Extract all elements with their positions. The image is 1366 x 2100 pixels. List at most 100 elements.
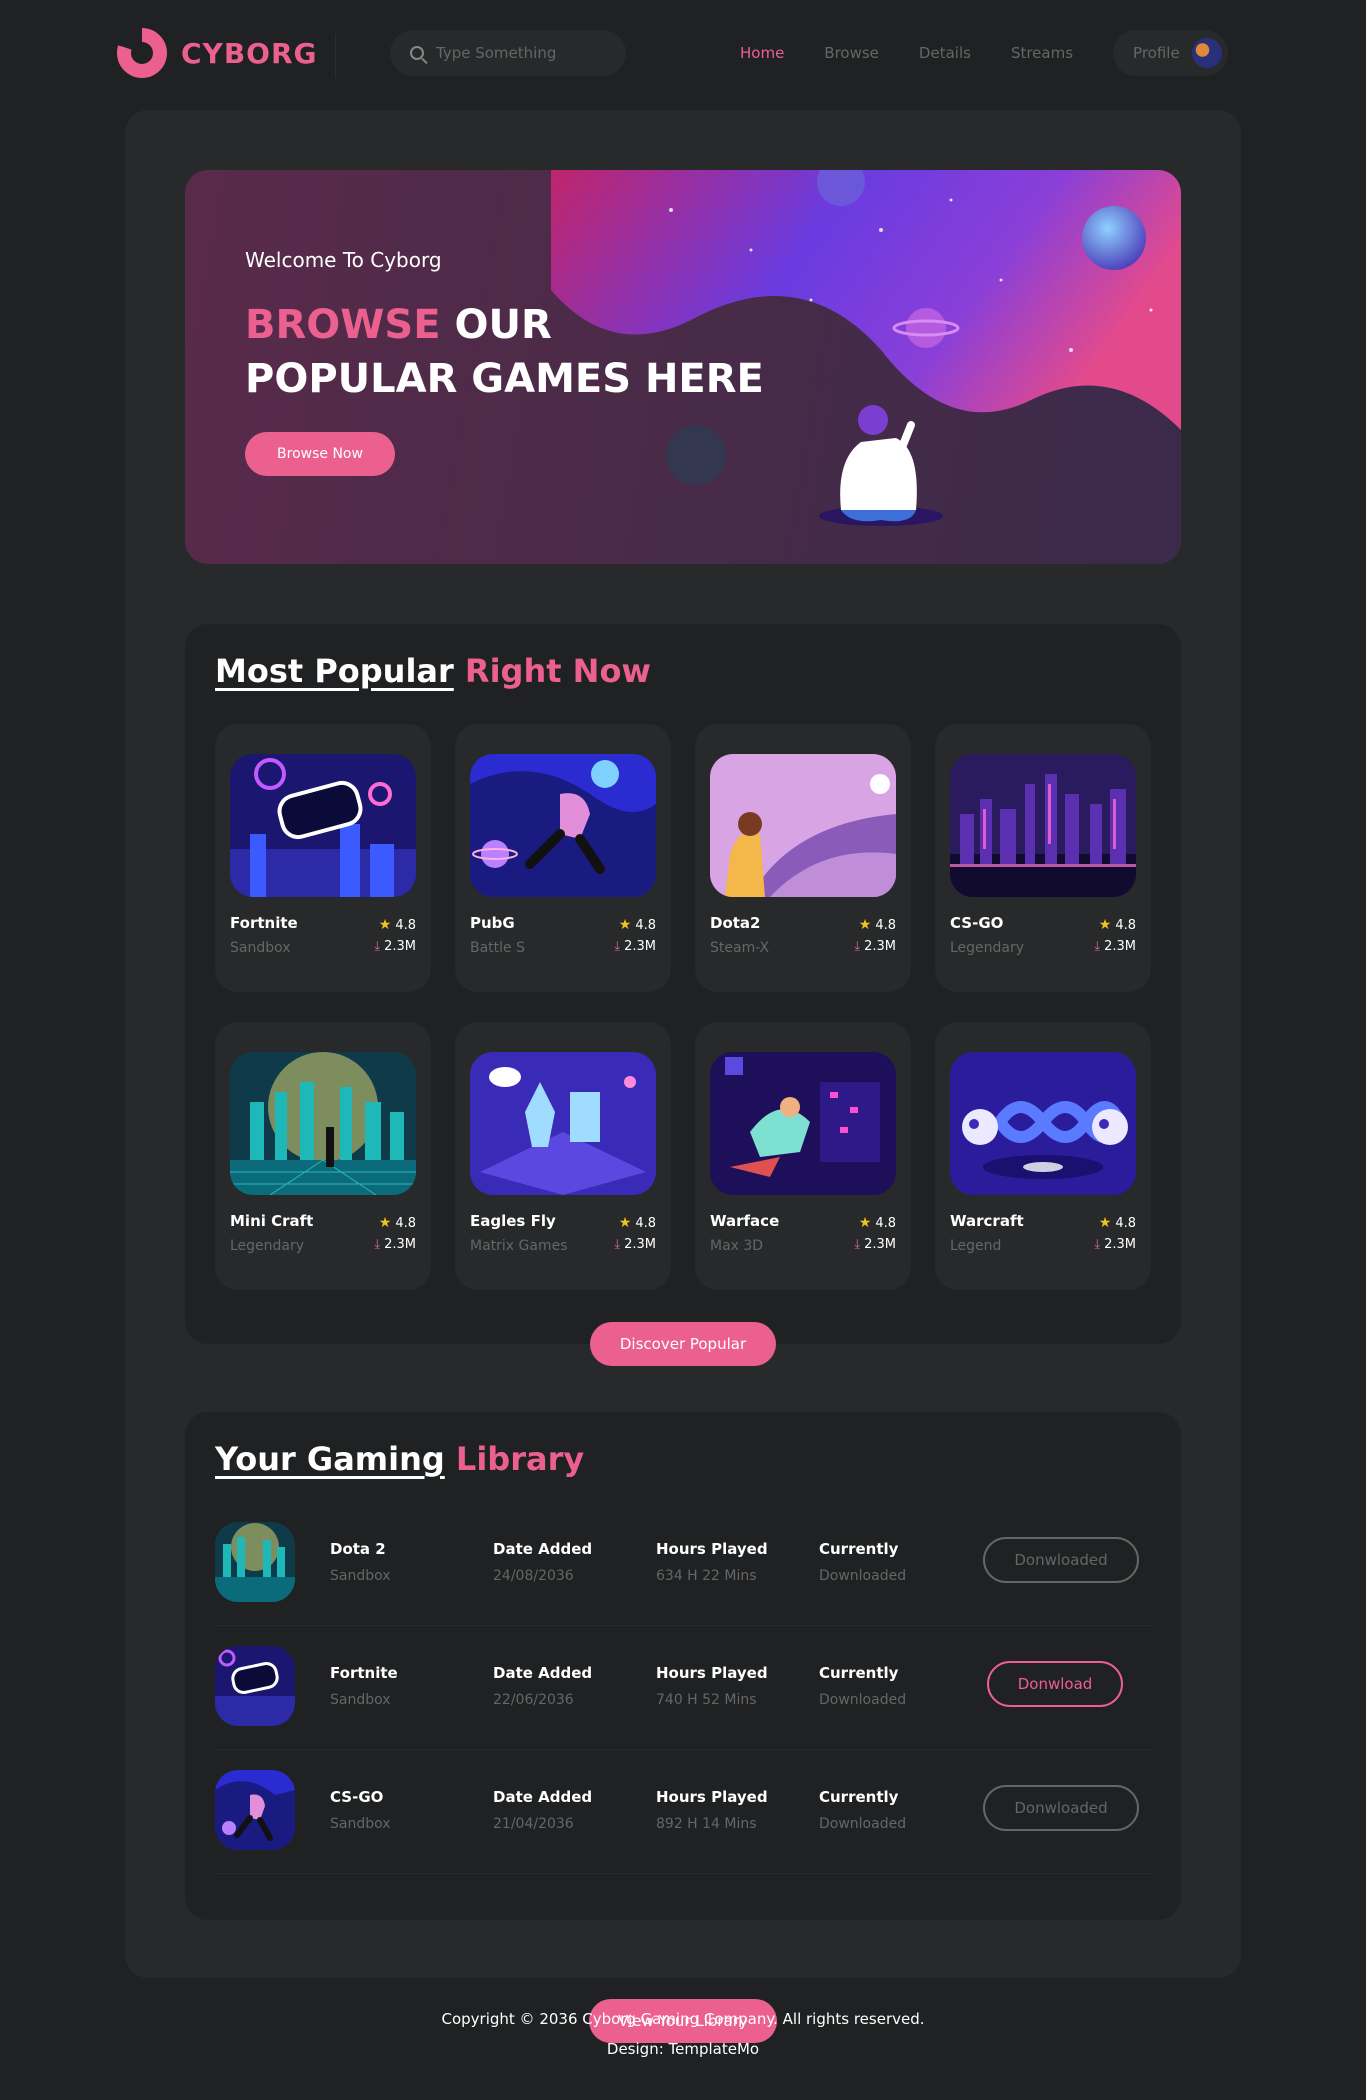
banner-welcome: Welcome To Cyborg (245, 248, 442, 272)
star-icon: ★ (1098, 917, 1112, 933)
game-name: Eagles Fly (470, 1212, 556, 1230)
gaming-library-section: Your Gaming Library Dota 2 Sandbox Date A… (185, 1412, 1181, 2043)
game-thumbnail (950, 1052, 1136, 1195)
rating-value: 4.8 (395, 1215, 416, 1231)
star-icon: ★ (618, 1215, 632, 1231)
library-thumbnail (215, 1770, 295, 1850)
download-icon: ⤓ (374, 1237, 381, 1252)
game-name: CS-GO (950, 914, 1004, 932)
downloaded-button[interactable]: Donwloaded (983, 1785, 1139, 1831)
game-rating: ★ 4.8 (859, 1215, 896, 1231)
library-game-name: Fortnite (330, 1664, 398, 1682)
game-card[interactable]: Mini Craft Legendary ★ 4.8 ⤓ 2.3M (215, 1022, 431, 1290)
game-name: Fortnite (230, 914, 298, 932)
download-icon: ⤓ (1094, 939, 1101, 954)
title-highlight: Right Now (464, 652, 651, 690)
status-value: Downloaded (819, 1568, 907, 1584)
library-row: Dota 2 Sandbox Date Added 24/08/2036 Hours… (215, 1502, 1151, 1626)
search-input[interactable]: Type Something (436, 44, 556, 62)
title-underlined: Your Gaming (215, 1440, 445, 1478)
star-icon: ★ (858, 917, 872, 933)
logo[interactable]: CYBORG (117, 28, 318, 78)
rating-value: 4.8 (875, 917, 896, 933)
game-rating: ★ 4.8 (379, 917, 416, 933)
rating-value: 4.8 (395, 917, 416, 933)
browse-now-button[interactable]: Browse Now (245, 432, 395, 476)
logo-icon (117, 28, 167, 78)
headline-rest: OUR (440, 302, 552, 348)
game-category: Max 3D (710, 1238, 764, 1254)
title-underlined: Most Popular (215, 652, 454, 690)
star-icon: ★ (378, 1215, 392, 1231)
downloaded-button[interactable]: Donwloaded (983, 1537, 1139, 1583)
download-icon: ⤓ (1094, 1237, 1101, 1252)
game-name: Warcraft (950, 1212, 1024, 1230)
game-category: Sandbox (230, 940, 291, 956)
game-thumbnail (710, 754, 896, 897)
date-added-value: 24/08/2036 (493, 1568, 574, 1584)
downloads-value: 2.3M (1104, 1237, 1136, 1252)
discover-popular-button[interactable]: Discover Popular (590, 1322, 776, 1366)
nav-profile[interactable]: Profile (1113, 30, 1228, 76)
game-name: Dota2 (710, 914, 761, 932)
game-downloads: ⤓ 2.3M (854, 939, 896, 954)
library-hours: Hours Played 740 H 52 Mins (656, 1664, 768, 1708)
game-category: Legendary (230, 1238, 305, 1254)
section-title: Most Popular Right Now (215, 652, 651, 690)
library-date: Date Added 21/04/2036 (493, 1788, 592, 1832)
game-rating: ★ 4.8 (859, 917, 896, 933)
download-icon: ⤓ (854, 1237, 861, 1252)
game-card[interactable]: Warcraft Legend ★ 4.8 ⤓ 2.3M (935, 1022, 1151, 1290)
rating-value: 4.8 (1115, 1215, 1136, 1231)
library-game-category: Sandbox (330, 1692, 391, 1708)
game-category: Legend (950, 1238, 1002, 1254)
game-downloads: ⤓ 2.3M (614, 939, 656, 954)
downloads-value: 2.3M (384, 939, 416, 954)
status-label: Currently (819, 1540, 899, 1558)
game-card[interactable]: PubG Battle S ★ 4.8 ⤓ 2.3M (455, 724, 671, 992)
star-icon: ★ (858, 1215, 872, 1231)
downloads-value: 2.3M (1104, 939, 1136, 954)
library-game-name: Dota 2 (330, 1540, 386, 1558)
library-status: Currently Downloaded (819, 1540, 906, 1584)
game-downloads: ⤓ 2.3M (374, 1237, 416, 1252)
hours-played-label: Hours Played (656, 1788, 768, 1806)
library-hours: Hours Played 634 H 22 Mins (656, 1540, 768, 1584)
star-icon: ★ (378, 917, 392, 933)
library-game-name: CS-GO (330, 1788, 384, 1806)
nav-streams[interactable]: Streams (1011, 30, 1073, 76)
main-nav: Home Browse Details Streams Profile (740, 30, 1228, 76)
date-added-label: Date Added (493, 1788, 593, 1806)
nav-home[interactable]: Home (740, 30, 784, 76)
rating-value: 4.8 (635, 917, 656, 933)
game-rating: ★ 4.8 (1099, 917, 1136, 933)
game-card[interactable]: Eagles Fly Matrix Games ★ 4.8 ⤓ 2.3M (455, 1022, 671, 1290)
game-downloads: ⤓ 2.3M (854, 1237, 896, 1252)
library-row: CS-GO Sandbox Date Added 21/04/2036 Hours … (215, 1750, 1151, 1874)
game-thumbnail (470, 1052, 656, 1195)
nav-browse[interactable]: Browse (824, 30, 879, 76)
game-card[interactable]: Fortnite Sandbox ★ 4.8 ⤓ 2.3M (215, 724, 431, 992)
game-card[interactable]: Dota2 Steam-X ★ 4.8 ⤓ 2.3M (695, 724, 911, 992)
game-thumbnail (230, 754, 416, 897)
game-downloads: ⤓ 2.3M (1094, 939, 1136, 954)
nav-details[interactable]: Details (919, 30, 971, 76)
game-card[interactable]: Warface Max 3D ★ 4.8 ⤓ 2.3M (695, 1022, 911, 1290)
game-thumbnail (950, 754, 1136, 897)
footer-copyright: Copyright © 2036 Cyborg Gaming Company. … (441, 2010, 925, 2028)
brand-name: CYBORG (181, 36, 318, 70)
library-thumbnail (215, 1646, 295, 1726)
game-grid: Fortnite Sandbox ★ 4.8 ⤓ 2.3M PubG Battle … (215, 724, 1151, 1290)
game-thumbnail (230, 1052, 416, 1195)
game-card[interactable]: CS-GO Legendary ★ 4.8 ⤓ 2.3M (935, 724, 1151, 992)
download-icon: ⤓ (614, 939, 621, 954)
search-box[interactable]: Type Something (390, 30, 626, 76)
game-category: Legendary (950, 940, 1025, 956)
game-rating: ★ 4.8 (379, 1215, 416, 1231)
library-row: Fortnite Sandbox Date Added 22/06/2036 Hou… (215, 1626, 1151, 1750)
download-button[interactable]: Donwload (987, 1661, 1123, 1707)
footer-design-credit: Design: TemplateMo (606, 2040, 760, 2058)
hours-played-label: Hours Played (656, 1664, 768, 1682)
downloads-value: 2.3M (384, 1237, 416, 1252)
date-added-label: Date Added (493, 1664, 593, 1682)
